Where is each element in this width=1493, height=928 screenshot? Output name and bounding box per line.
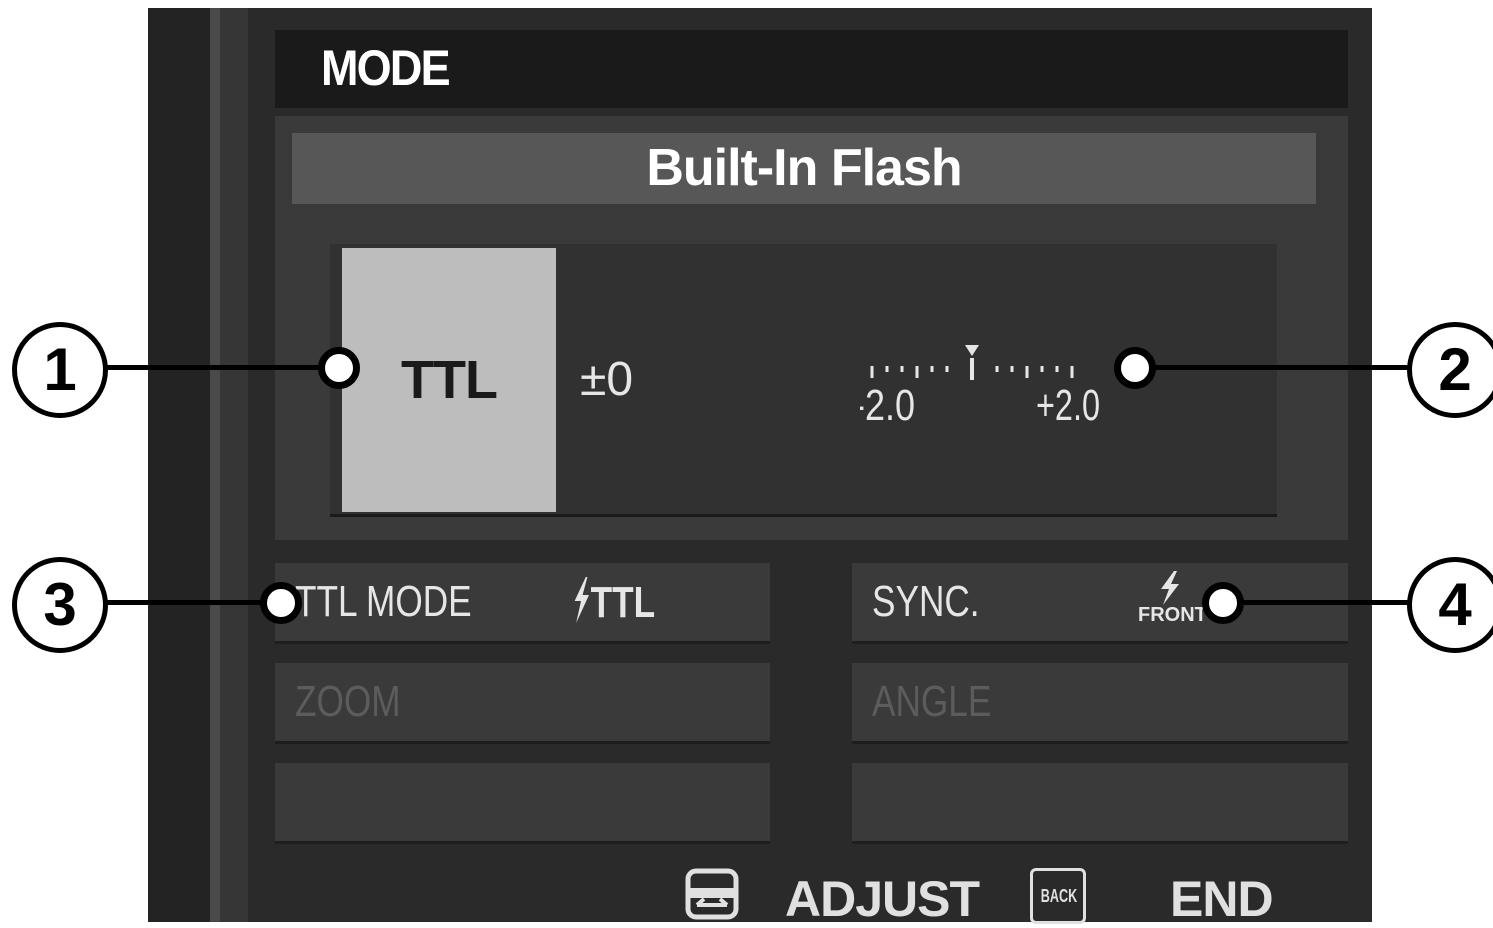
callout-2: 2	[1407, 322, 1493, 418]
option-empty-left	[275, 763, 770, 844]
callout-1: 1	[12, 322, 108, 418]
callout-4: 4	[1407, 557, 1493, 653]
option-empty-right	[852, 763, 1348, 844]
flash-mode-selected[interactable]: TTL	[342, 248, 556, 512]
option-zoom-label: ZOOM	[295, 677, 401, 726]
option-angle: ANGLE	[852, 663, 1348, 744]
scale-pointer-icon	[965, 345, 979, 356]
option-angle-label: ANGLE	[872, 677, 992, 726]
screen-bezel-inner	[220, 8, 248, 922]
flash-heading: Built-In Flash	[292, 133, 1316, 204]
callout-1-line	[98, 365, 338, 370]
option-sync-value-text: FRONT	[1138, 604, 1207, 626]
option-ttl-mode[interactable]: TTL MODE TTL	[275, 563, 770, 644]
callout-3-dot	[260, 582, 302, 624]
compensation-scale: -2.0 +2.0	[860, 345, 1100, 430]
option-sync-value: FRONT	[1138, 571, 1207, 626]
scale-min-label: -2.0	[860, 381, 915, 430]
callout-2-line	[1140, 365, 1420, 370]
flash-bolt-icon	[1161, 571, 1179, 605]
screen-bezel	[148, 8, 210, 922]
callout-3: 3	[12, 557, 108, 653]
flash-mode-label: TTL	[401, 350, 498, 410]
option-ttl-mode-value: TTL	[573, 577, 655, 628]
footer-end-label: END	[1170, 871, 1274, 927]
callout-2-dot	[1114, 347, 1156, 389]
camera-screen: MODE Built-In Flash TTL ±0 2.0 +2.0 TTL …	[148, 8, 1372, 927]
callout-1-dot	[318, 347, 360, 389]
flash-panel: Built-In Flash TTL ±0 -2.0	[275, 116, 1348, 540]
option-zoom: ZOOM	[275, 663, 770, 744]
callout-4-line	[1230, 600, 1420, 605]
scale-max-label: +2.0	[1036, 381, 1100, 430]
flash-bolt-icon	[574, 577, 589, 623]
footer-adjust-label: ADJUST	[785, 871, 980, 927]
flash-compensation-value: ±0	[580, 353, 634, 406]
back-button-icon[interactable]: BACK	[1030, 868, 1086, 924]
back-button-icon-text: BACK	[1040, 886, 1078, 906]
screen-bezel-edge	[210, 8, 220, 922]
command-dial-icon	[685, 868, 739, 920]
title-bar: MODE	[275, 30, 1348, 108]
page-title: MODE	[321, 40, 451, 96]
option-sync-label: SYNC.	[872, 577, 980, 626]
option-ttl-mode-label: TTL MODE	[295, 577, 472, 626]
option-ttl-mode-value-text: TTL	[590, 578, 656, 627]
callout-4-dot	[1202, 582, 1244, 624]
callout-3-line	[98, 600, 278, 605]
